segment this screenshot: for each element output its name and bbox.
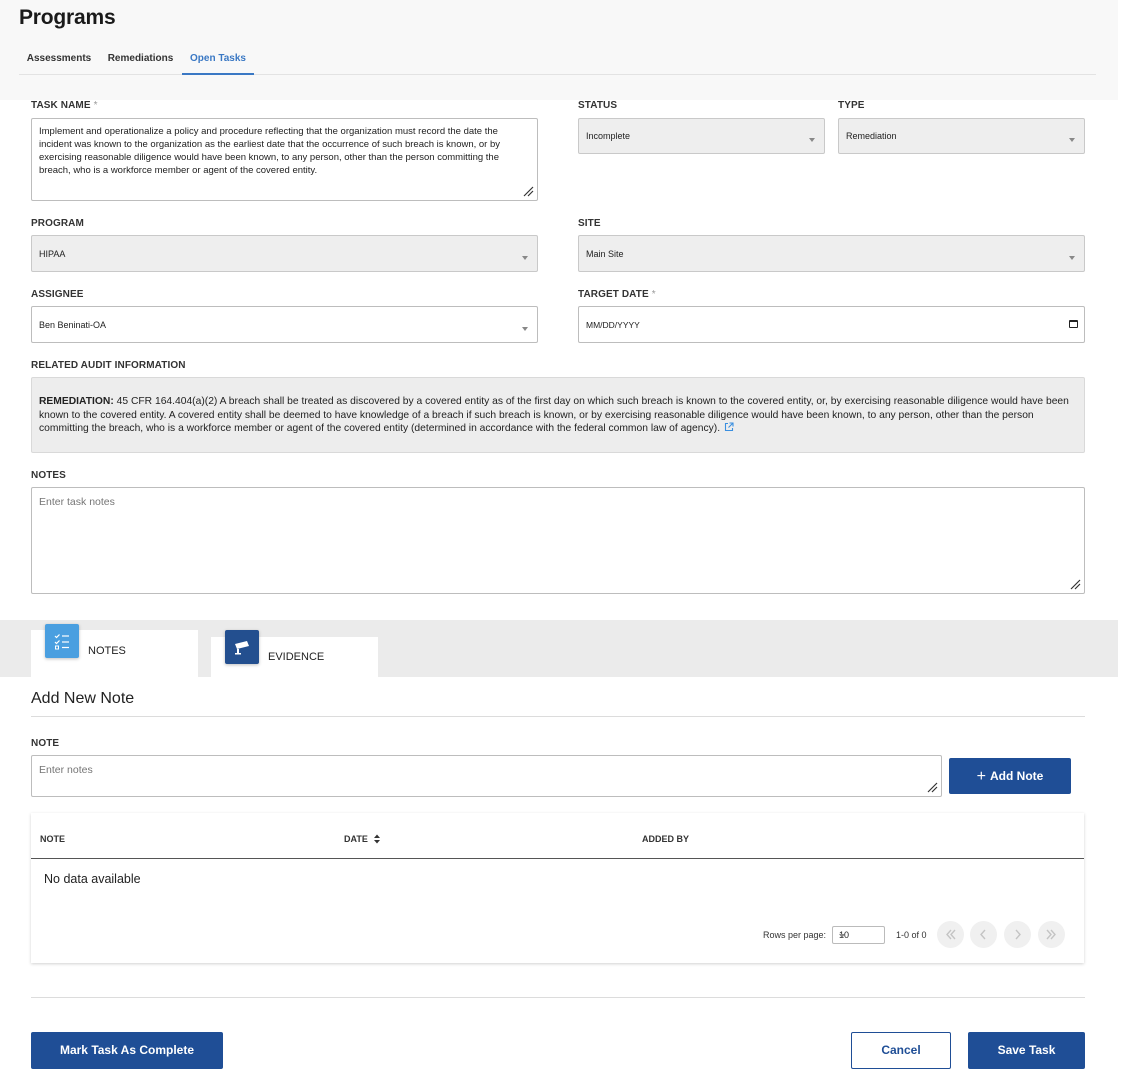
top-tabs: Assessments Remediations Open Tasks xyxy=(19,46,1096,75)
last-page-button[interactable] xyxy=(1038,921,1065,948)
column-header-added-by[interactable]: ADDED BY xyxy=(642,834,689,844)
task-name-label: TASK NAME * xyxy=(31,100,98,111)
note-input[interactable]: Enter notes xyxy=(31,755,942,797)
table-header-divider xyxy=(31,858,1084,859)
page-title: Programs xyxy=(19,6,116,29)
task-notes-placeholder: Enter task notes xyxy=(39,496,115,508)
checklist-icon xyxy=(45,624,79,658)
chevron-down-icon xyxy=(1069,256,1075,260)
tab-evidence-label: EVIDENCE xyxy=(268,651,325,663)
content-tab-strip: NOTES EVIDENCE xyxy=(0,620,1118,677)
notes-table: NOTE DATE ADDED BY No data available Row… xyxy=(31,813,1084,963)
empty-state-text: No data available xyxy=(44,872,141,886)
chevron-down-icon xyxy=(1069,138,1075,142)
chevron-down-icon xyxy=(809,138,815,142)
status-value: Incomplete xyxy=(586,131,631,141)
chevron-down-icon xyxy=(522,256,528,260)
program-select[interactable]: HIPAA xyxy=(31,235,538,272)
site-label: SITE xyxy=(578,218,601,229)
save-task-button[interactable]: Save Task xyxy=(968,1032,1085,1069)
program-label: PROGRAM xyxy=(31,218,84,229)
related-audit-text: REMEDIATION: 45 CFR 164.404(a)(2) A brea… xyxy=(39,395,1074,436)
pagination-range: 1-0 of 0 xyxy=(896,930,927,940)
double-chevron-left-icon xyxy=(946,929,956,940)
first-page-button[interactable] xyxy=(937,921,964,948)
status-label: STATUS xyxy=(578,100,618,111)
related-audit-label: RELATED AUDIT INFORMATION xyxy=(31,360,186,371)
site-select[interactable]: Main Site xyxy=(578,235,1085,272)
status-select[interactable]: Incomplete xyxy=(578,118,825,154)
program-value: HIPAA xyxy=(39,249,66,259)
page-header: Programs Assessments Remediations Open T… xyxy=(0,0,1118,100)
required-mark: * xyxy=(651,289,656,300)
type-label: TYPE xyxy=(838,100,865,111)
sort-icon[interactable] xyxy=(373,834,381,844)
calendar-icon[interactable] xyxy=(1069,320,1078,328)
related-audit-box: REMEDIATION: 45 CFR 164.404(a)(2) A brea… xyxy=(31,377,1085,453)
type-select[interactable]: Remediation xyxy=(838,118,1085,154)
resize-handle-icon[interactable] xyxy=(926,781,938,793)
related-audit-body: 45 CFR 164.404(a)(2) A breach shall be t… xyxy=(39,396,1069,434)
resize-handle-icon[interactable] xyxy=(522,185,534,197)
tab-notes[interactable]: NOTES xyxy=(31,624,198,677)
tab-evidence[interactable]: EVIDENCE xyxy=(211,630,378,677)
task-name-value: Implement and operationalize a policy an… xyxy=(39,126,501,176)
double-chevron-right-icon xyxy=(1046,929,1056,940)
target-date-label: TARGET DATE * xyxy=(578,289,656,300)
target-date-input[interactable]: MM/DD/YYYY xyxy=(578,306,1085,343)
task-name-textarea[interactable]: Implement and operationalize a policy an… xyxy=(31,118,538,201)
add-note-button[interactable]: + Add Note xyxy=(949,758,1071,794)
notes-label: NOTES xyxy=(31,470,66,481)
chevron-down-icon xyxy=(522,327,528,331)
camera-icon xyxy=(225,630,259,664)
column-header-date-label: DATE xyxy=(344,834,368,844)
tab-remediations[interactable]: Remediations xyxy=(100,46,181,75)
external-link-icon[interactable] xyxy=(724,422,734,432)
task-notes-textarea[interactable]: Enter task notes xyxy=(31,487,1085,594)
related-audit-prefix: REMEDIATION: xyxy=(39,396,114,407)
next-page-button[interactable] xyxy=(1004,921,1031,948)
cancel-button[interactable]: Cancel xyxy=(851,1032,951,1069)
rows-per-page-label: Rows per page: xyxy=(763,930,827,940)
plus-icon: + xyxy=(976,768,986,785)
divider xyxy=(31,997,1085,998)
type-value: Remediation xyxy=(846,131,897,141)
assignee-value: Ben Beninati-OA xyxy=(39,320,107,330)
assignee-select[interactable]: Ben Beninati-OA xyxy=(31,306,538,343)
required-mark: * xyxy=(93,100,98,111)
add-note-button-label: Add Note xyxy=(990,769,1044,783)
resize-handle-icon[interactable] xyxy=(1069,578,1081,590)
chevron-left-icon xyxy=(980,929,986,940)
chevron-right-icon xyxy=(1015,929,1021,940)
tab-assessments[interactable]: Assessments xyxy=(19,46,99,75)
mark-task-complete-button[interactable]: Mark Task As Complete xyxy=(31,1032,223,1069)
target-date-placeholder: MM/DD/YYYY xyxy=(586,320,640,330)
add-note-title: Add New Note xyxy=(31,690,135,707)
note-placeholder: Enter notes xyxy=(39,764,93,776)
rows-per-page-select[interactable]: 10 xyxy=(832,926,885,944)
tab-notes-label: NOTES xyxy=(88,645,126,657)
column-header-note[interactable]: NOTE xyxy=(40,834,65,844)
note-label: NOTE xyxy=(31,738,60,749)
column-header-date[interactable]: DATE xyxy=(344,834,381,844)
assignee-label: ASSIGNEE xyxy=(31,289,84,300)
target-date-label-text: TARGET DATE xyxy=(578,289,649,300)
task-name-label-text: TASK NAME xyxy=(31,100,91,111)
chevron-down-icon xyxy=(839,934,845,938)
site-value: Main Site xyxy=(586,249,624,259)
tab-open-tasks[interactable]: Open Tasks xyxy=(182,46,254,75)
prev-page-button[interactable] xyxy=(970,921,997,948)
divider xyxy=(31,716,1085,717)
